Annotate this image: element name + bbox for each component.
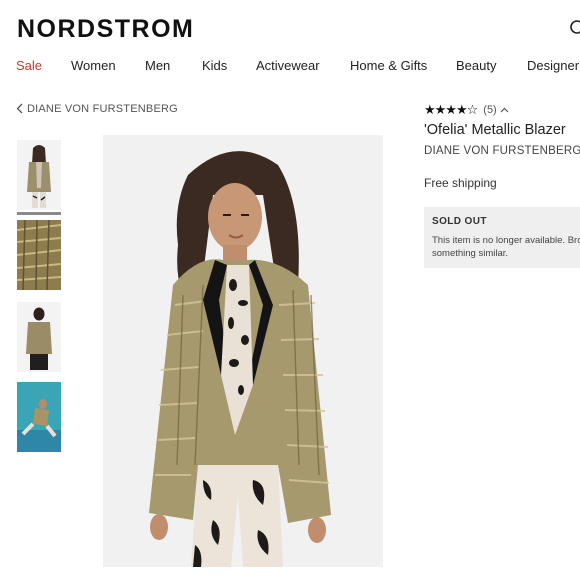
nav-item-activewear[interactable]: Activewear bbox=[256, 58, 320, 74]
rating-count: (5) bbox=[483, 104, 497, 116]
nav-item-sale[interactable]: Sale bbox=[16, 58, 42, 74]
nav-item-beauty[interactable]: Beauty bbox=[456, 58, 496, 74]
main-nav: Sale Women Men Kids Activewear Home & Gi… bbox=[0, 58, 580, 74]
chevron-up-icon bbox=[500, 107, 509, 113]
search-icon[interactable] bbox=[568, 18, 580, 38]
sold-out-title: SOLD OUT bbox=[432, 216, 487, 227]
thumbnail-selected-indicator bbox=[17, 212, 61, 215]
nav-item-women[interactable]: Women bbox=[71, 58, 116, 74]
breadcrumb[interactable]: DIANE VON FURSTENBERG bbox=[16, 102, 178, 116]
thumbnail-front-view[interactable] bbox=[17, 140, 61, 210]
thumbnail-fabric-detail[interactable] bbox=[17, 220, 61, 290]
rating[interactable]: ★★★★☆ (5) bbox=[424, 103, 509, 117]
product-brand[interactable]: DIANE VON FURSTENBERG bbox=[424, 144, 580, 158]
product-main-image[interactable] bbox=[103, 135, 383, 567]
thumbnail-editorial-photo[interactable] bbox=[17, 382, 61, 452]
sold-out-message: This item is no longer available. Browse… bbox=[432, 235, 580, 259]
rating-stars: ★★★★☆ bbox=[424, 102, 478, 117]
nav-item-men[interactable]: Men bbox=[145, 58, 170, 74]
breadcrumb-label: DIANE VON FURSTENBERG bbox=[27, 103, 178, 115]
thumbnail-back-view[interactable] bbox=[17, 302, 61, 372]
nav-item-designer[interactable]: Designer bbox=[527, 58, 579, 74]
chevron-left-icon bbox=[16, 103, 23, 114]
nav-item-home-gifts[interactable]: Home & Gifts bbox=[350, 58, 427, 74]
nav-item-kids[interactable]: Kids bbox=[202, 58, 227, 74]
shipping-info: Free shipping bbox=[424, 176, 497, 190]
sold-out-notice: SOLD OUT This item is no longer availabl… bbox=[424, 207, 580, 268]
nordstrom-logo[interactable]: NORDSTROM bbox=[17, 15, 194, 43]
product-title: 'Ofelia' Metallic Blazer bbox=[424, 122, 566, 138]
